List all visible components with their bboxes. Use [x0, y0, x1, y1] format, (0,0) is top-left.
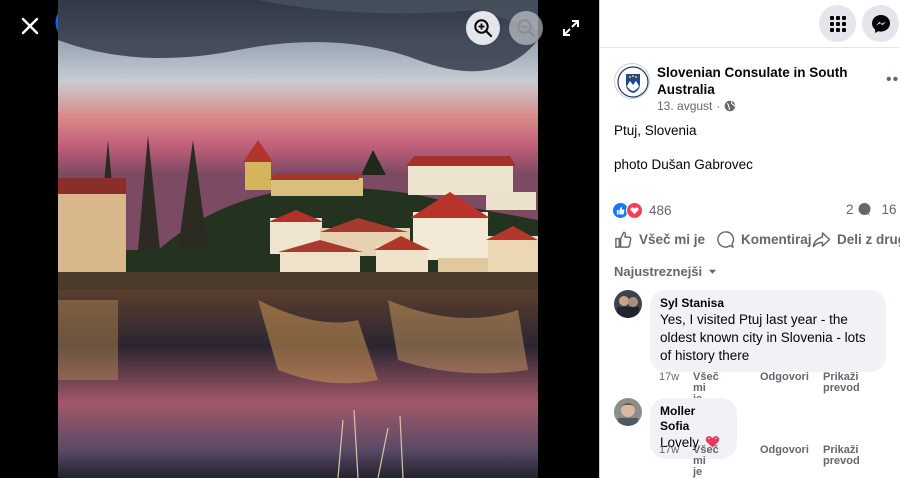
more-options-icon[interactable]: ••• [886, 71, 900, 89]
comment-translate-button[interactable]: Prikaži prevod [823, 372, 860, 394]
zoom-out-icon[interactable] [509, 11, 543, 45]
comment-text-line: of history there [660, 348, 750, 363]
post-date[interactable]: 13. avgust [657, 99, 712, 113]
love-reaction-icon [626, 202, 643, 219]
photo-viewer [0, 0, 599, 478]
post-actions: Všeč mi je Komentiraj Deli z drug [614, 230, 900, 252]
comment-bubble: Syl Stanisa Yes, I visited Ptuj last yea… [650, 290, 886, 372]
page-avatar[interactable] [614, 63, 650, 99]
comment-count: 2 [846, 202, 854, 217]
comment-button[interactable]: Komentiraj [716, 230, 812, 249]
like-label: Všeč mi je [639, 232, 706, 247]
commenter-avatar[interactable] [614, 398, 642, 426]
comment-author[interactable]: Syl Stanisa [660, 296, 876, 311]
reaction-count: 486 [649, 203, 672, 218]
share-button[interactable]: Deli z drug [812, 230, 900, 249]
share-label: Deli z drug [837, 232, 900, 247]
share-count: 16 [881, 202, 897, 217]
post-panel: Slovenian Consulate in South Australia 1… [599, 0, 900, 478]
ptuj-castle-photo [58, 0, 538, 478]
comment-share-count[interactable]: 2 16 [846, 202, 897, 217]
share-icon [812, 232, 831, 248]
meta-separator: · [716, 99, 721, 113]
comment-icon [717, 231, 735, 248]
reaction-summary[interactable]: 486 [612, 202, 672, 219]
post-meta: 13. avgust · [657, 99, 736, 113]
top-bar [600, 0, 900, 48]
comment-translate-button[interactable]: Prikaži prevod [823, 445, 860, 467]
comment-time[interactable]: 17w [659, 372, 679, 383]
comment-reply-button[interactable]: Odgovori [760, 372, 809, 383]
comment-text-line: oldest known city in Slovenia - lots [660, 330, 866, 345]
comment-author[interactable]: Moller Sofia [660, 404, 727, 434]
zoom-in-icon[interactable] [466, 11, 500, 45]
close-icon[interactable] [14, 10, 46, 42]
comment-time[interactable]: 17w [659, 445, 679, 456]
page-name-link[interactable]: Slovenian Consulate in South Australia [657, 64, 872, 98]
thumbs-up-icon [615, 231, 632, 248]
post-text-line1: Ptuj, Slovenia [614, 123, 697, 138]
caret-down-icon [709, 269, 717, 274]
slovenian-coat-of-arms-icon [616, 65, 649, 98]
grid-menu-icon[interactable] [819, 5, 856, 42]
comment-like-button[interactable]: Všeč mi je [693, 445, 719, 478]
post-photo[interactable] [58, 0, 538, 478]
commenter-avatar[interactable] [614, 290, 642, 318]
post-text-line2: photo Dušan Gabrovec [614, 157, 753, 172]
like-button[interactable]: Všeč mi je [614, 230, 705, 249]
comment-reply-button[interactable]: Odgovori [760, 445, 809, 456]
fullscreen-icon[interactable] [560, 17, 582, 39]
comment-text-line: Yes, I visited Ptuj last year - the [660, 312, 848, 327]
comment-sort-dropdown[interactable]: Najustreznejši [614, 264, 717, 279]
globe-icon [725, 100, 736, 112]
comment-bubble-icon [858, 203, 871, 216]
messenger-icon[interactable] [862, 5, 899, 42]
comment-label: Komentiraj [741, 232, 812, 247]
sort-label: Najustreznejši [614, 264, 703, 279]
